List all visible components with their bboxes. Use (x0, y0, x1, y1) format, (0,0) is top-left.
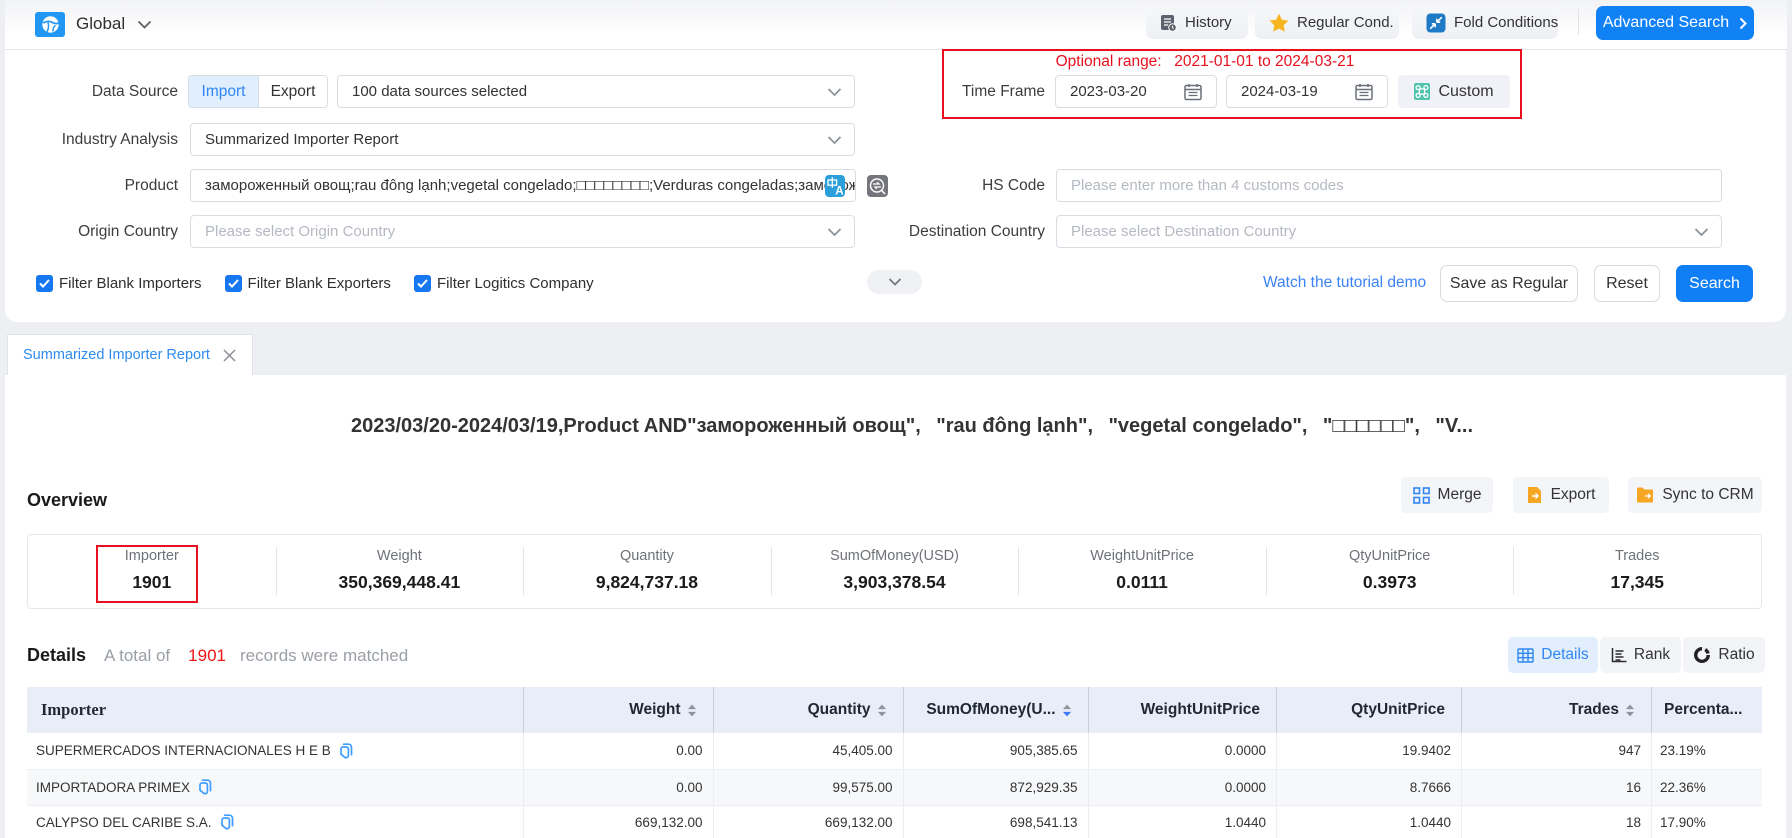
svg-text:A: A (835, 186, 843, 198)
